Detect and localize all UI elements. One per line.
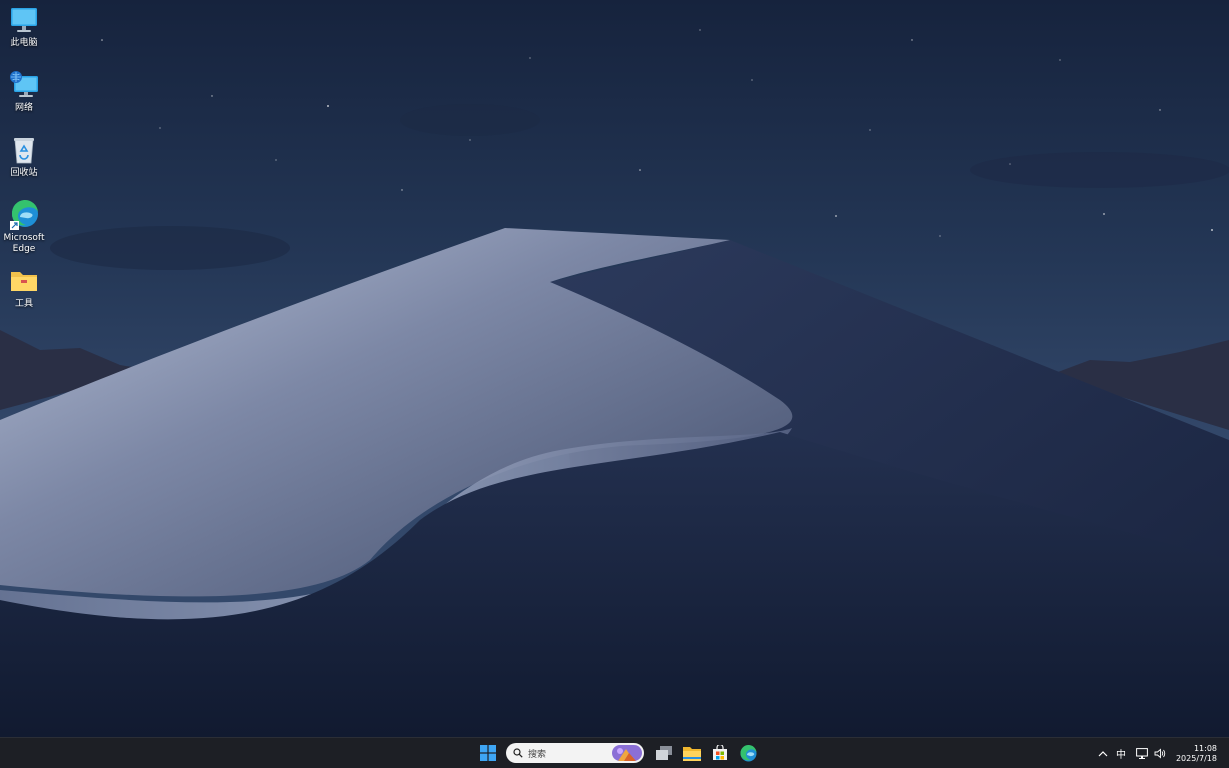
task-view-icon: [656, 746, 672, 760]
taskbar-task-view[interactable]: [652, 741, 676, 765]
taskbar-clock[interactable]: 11:08 2025/7/18: [1176, 744, 1217, 764]
folder-icon: [8, 265, 40, 297]
clock-date: 2025/7/18: [1175, 753, 1217, 763]
store-icon: [713, 745, 727, 760]
file-explorer-icon: [683, 746, 701, 761]
volume-button[interactable]: [1154, 744, 1166, 764]
recycle-bin-icon: [8, 134, 40, 166]
edge-icon: [739, 744, 756, 761]
desktop-icon-label: 此电脑: [10, 38, 38, 48]
desktop-icon-this-pc[interactable]: 此电脑: [2, 4, 46, 49]
network-status-icon: [1136, 748, 1148, 759]
desktop-icon-edge[interactable]: Microsoft Edge: [2, 199, 46, 255]
desktop-wallpaper: [0, 0, 1229, 737]
desktop-icon-label: Microsoft Edge: [3, 233, 45, 254]
search-placeholder: 搜索: [528, 749, 547, 760]
desktop-icon-recycle-bin[interactable]: 回收站: [2, 134, 46, 179]
desktop-icon-label: 回收站: [10, 168, 38, 178]
desktop-icon-network[interactable]: 网络: [2, 69, 46, 114]
computer-icon: [8, 4, 40, 36]
edge-icon: [8, 199, 40, 231]
search-box[interactable]: 搜索: [506, 743, 644, 763]
windows-start-icon: [480, 745, 496, 761]
taskbar-center: 搜索: [476, 741, 764, 765]
taskbar: 搜索 中 11:08 2025/7/18: [0, 737, 1229, 768]
desktop-icon-label: 网络: [14, 103, 33, 113]
taskbar-microsoft-store[interactable]: [708, 741, 732, 765]
network-status-button[interactable]: [1136, 744, 1148, 764]
network-icon: [8, 69, 40, 101]
taskbar-edge[interactable]: [736, 741, 760, 765]
search-highlight-image: [612, 745, 642, 761]
taskbar-file-explorer[interactable]: [680, 741, 704, 765]
chevron-up-icon: [1098, 751, 1108, 757]
start-button[interactable]: [476, 741, 500, 765]
desktop-icon-label: 工具: [14, 299, 33, 309]
search-icon: [513, 748, 523, 758]
input-method-indicator[interactable]: 中: [1116, 744, 1126, 764]
clock-time: 11:08: [1193, 743, 1217, 753]
volume-icon: [1154, 748, 1166, 759]
show-hidden-icons-button[interactable]: [1098, 744, 1108, 764]
system-tray: 中 11:08 2025/7/18: [1090, 738, 1229, 768]
desktop-icon-tools-folder[interactable]: 工具: [2, 265, 46, 310]
